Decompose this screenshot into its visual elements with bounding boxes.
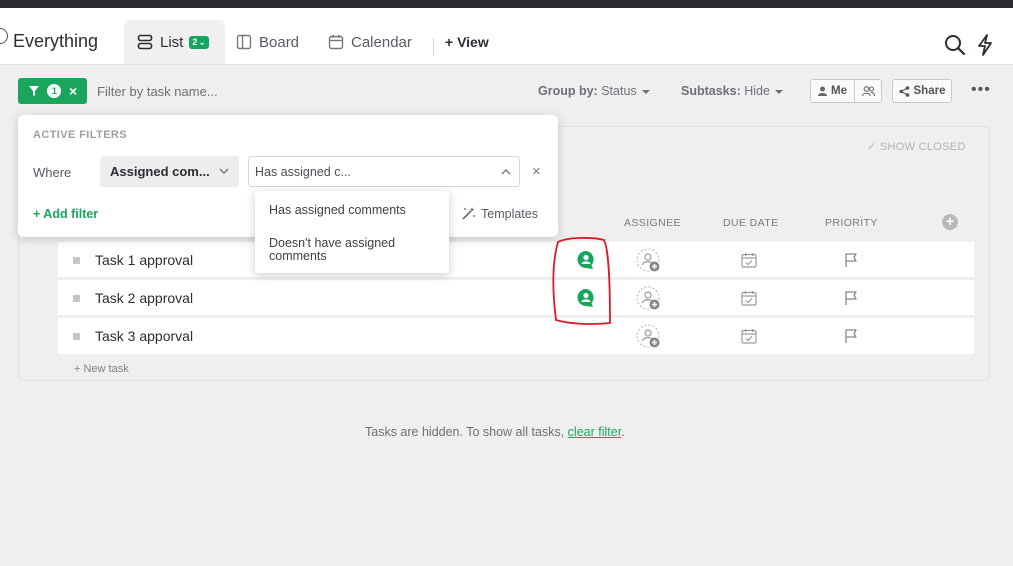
add-view-button[interactable]: + View (445, 20, 489, 64)
share-label: Share (913, 85, 946, 97)
automation-lightning-icon[interactable] (976, 34, 994, 56)
active-filter-button[interactable]: 1 × (18, 78, 87, 104)
group-by-value: Status (601, 84, 637, 98)
priority-flag-icon[interactable] (844, 290, 858, 306)
chevron-down-icon (774, 89, 783, 94)
red-annotation-outline (552, 237, 611, 325)
task-name-filter-input[interactable] (92, 80, 292, 102)
task-status-indicator[interactable] (73, 295, 80, 302)
chevron-down-icon (219, 168, 229, 174)
templates-label: Templates (481, 206, 538, 221)
tab-divider (433, 38, 434, 56)
share-button[interactable]: Share (892, 79, 952, 103)
filter-count-badge: 1 (47, 84, 62, 98)
view-header: Everything List 2 ⌄ Board Calendar + View (0, 8, 1013, 65)
task-status-indicator[interactable] (73, 333, 80, 340)
space-status-icon (0, 28, 8, 44)
tasks-hidden-message: Tasks are hidden. To show all tasks, cle… (365, 425, 625, 439)
me-filter-label: Me (831, 85, 847, 97)
task-name[interactable]: Task 1 approval (95, 252, 193, 268)
remove-filter-icon[interactable]: × (532, 163, 541, 180)
filter-funnel-icon (28, 86, 39, 96)
column-header-priority[interactable]: PRIORITY (825, 217, 878, 229)
show-closed-toggle[interactable]: ✓ SHOW CLOSED (867, 140, 966, 153)
task-name[interactable]: Task 2 approval (95, 290, 193, 306)
priority-flag-icon[interactable] (844, 328, 858, 344)
list-view-icon (137, 34, 153, 50)
table-row[interactable]: Task 3 apporval (58, 318, 974, 354)
board-view-icon (236, 34, 252, 50)
search-icon[interactable] (944, 34, 966, 56)
table-row[interactable]: Task 1 approval (58, 242, 974, 278)
task-name[interactable]: Task 3 apporval (95, 328, 193, 344)
assignee-quick-filter: Me (810, 79, 882, 103)
user-icon (818, 86, 827, 96)
filter-value-dropdown: Has assigned comments Doesn't have assig… (255, 191, 449, 273)
subtasks-dropdown[interactable]: Subtasks: Hide (681, 84, 783, 98)
clear-filter-icon[interactable]: × (69, 83, 77, 99)
filter-field-select[interactable]: Assigned com... (100, 156, 239, 187)
due-date-calendar-icon[interactable] (741, 290, 757, 306)
column-header-assignee[interactable]: ASSIGNEE (624, 217, 681, 229)
column-header-due-date[interactable]: DUE DATE (723, 217, 779, 229)
subtasks-value: Hide (744, 84, 770, 98)
priority-flag-icon[interactable] (844, 252, 858, 268)
tab-calendar-label: Calendar (351, 33, 412, 51)
subtasks-label: Subtasks: (681, 84, 741, 98)
window-top-strip (0, 0, 1013, 8)
tab-list-badge[interactable]: 2 ⌄ (189, 35, 209, 49)
filter-value-select[interactable]: Has assigned c... (248, 156, 520, 187)
filter-templates-button[interactable]: Templates (461, 206, 538, 221)
people-icon (861, 85, 875, 96)
clear-filter-link[interactable]: clear filter (568, 425, 622, 439)
filter-value-text: Has assigned c... (255, 164, 351, 179)
chevron-up-icon (501, 169, 511, 175)
filter-field-value: Assigned com... (110, 164, 210, 179)
filter-where-label: Where (33, 165, 72, 180)
due-date-calendar-icon[interactable] (741, 252, 757, 268)
group-by-dropdown[interactable]: Group by: Status (538, 84, 650, 98)
chevron-down-icon (641, 89, 650, 94)
new-task-button[interactable]: + New task (74, 363, 129, 375)
add-assignee-icon[interactable] (636, 324, 662, 350)
space-title: Everything (13, 31, 99, 51)
calendar-view-icon (328, 35, 344, 50)
active-filters-title: ACTIVE FILTERS (33, 129, 128, 141)
tasks-hidden-text: Tasks are hidden. To show all tasks, (365, 425, 565, 439)
tab-list-label: List (160, 33, 184, 51)
due-date-calendar-icon[interactable] (741, 328, 757, 344)
tab-calendar[interactable]: Calendar (328, 20, 412, 64)
tasks-hidden-period: . (621, 425, 625, 439)
magic-wand-icon (462, 207, 475, 220)
dropdown-option-no-assigned-comments[interactable]: Doesn't have assigned comments (269, 237, 439, 263)
people-filter-button[interactable] (855, 80, 881, 102)
share-icon (898, 85, 909, 97)
add-assignee-icon[interactable] (636, 248, 662, 274)
more-options-icon[interactable]: ••• (971, 82, 991, 98)
tab-board[interactable]: Board (236, 20, 299, 64)
add-column-icon[interactable]: + (942, 214, 958, 230)
task-status-indicator[interactable] (73, 257, 80, 264)
tab-list[interactable]: List 2 ⌄ (124, 20, 225, 64)
group-by-label: Group by: (538, 84, 598, 98)
me-filter-button[interactable]: Me (811, 80, 855, 102)
add-filter-button[interactable]: + Add filter (33, 207, 98, 221)
table-row[interactable]: Task 2 approval (58, 280, 974, 316)
dropdown-option-has-assigned-comments[interactable]: Has assigned comments (269, 204, 439, 217)
tab-board-label: Board (259, 33, 300, 51)
add-assignee-icon[interactable] (636, 286, 662, 312)
